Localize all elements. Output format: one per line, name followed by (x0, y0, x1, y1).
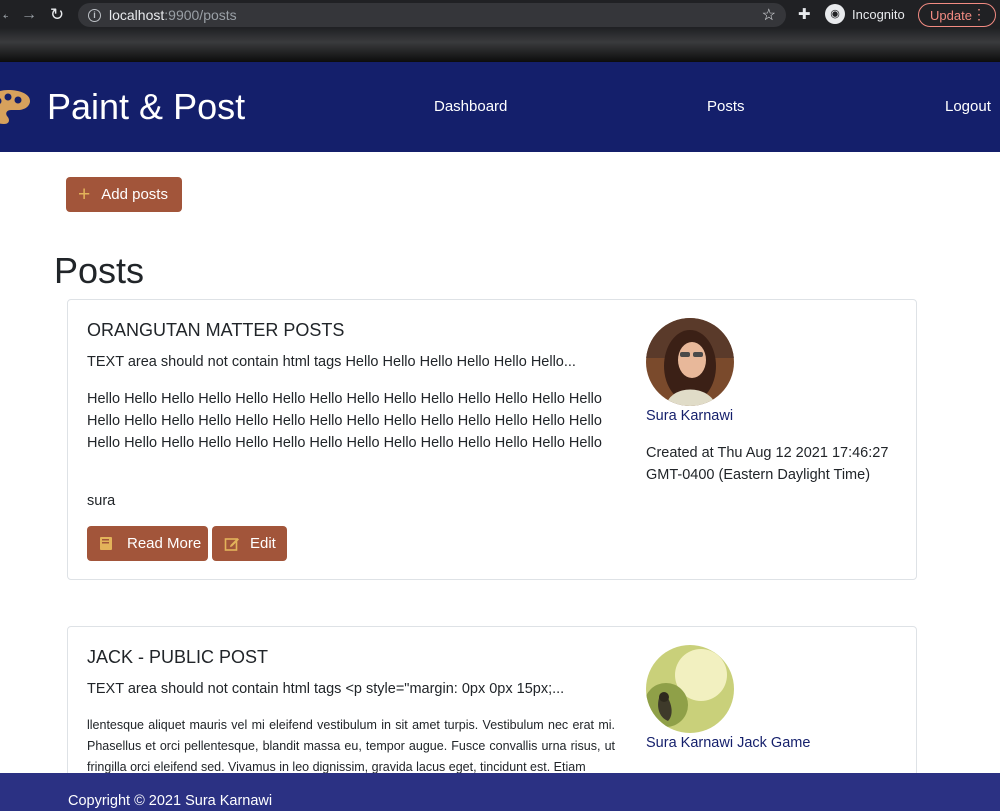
author-name[interactable]: Sura Karnawi (646, 408, 733, 424)
author-avatar[interactable] (646, 645, 734, 733)
post-card: ORANGUTAN MATTER POSTS TEXT area should … (67, 299, 917, 580)
edit-label: Edit (250, 535, 276, 552)
incognito-label: Incognito (852, 6, 905, 22)
update-button[interactable]: Update ⋮ (918, 3, 996, 27)
post-title: ORANGUTAN MATTER POSTS (87, 320, 345, 340)
copyright-text: Copyright © 2021 Sura Karnawi (68, 793, 273, 809)
info-icon[interactable]: i (88, 8, 101, 22)
edit-button[interactable]: Edit (212, 526, 287, 561)
author-name[interactable]: Sura Karnawi Jack Game (646, 735, 810, 751)
menu-dots-icon[interactable]: ⋮ (972, 6, 986, 23)
add-posts-label: Add posts (101, 186, 168, 203)
page-title: Posts (54, 250, 145, 291)
post-body: llentesque aliquet mauris vel mi eleifen… (87, 718, 615, 774)
incognito-icon: ◉ (825, 4, 845, 24)
read-more-label: Read More (127, 535, 202, 552)
post-body: Hello Hello Hello Hello Hello Hello Hell… (87, 391, 602, 451)
incognito-indicator[interactable]: ◉ Incognito (825, 4, 905, 24)
author-avatar[interactable] (646, 318, 734, 406)
update-label: Update (930, 7, 972, 23)
nav-dashboard[interactable]: Dashboard (434, 98, 507, 115)
app-header: Paint & Post Dashboard Posts Logout (0, 62, 1000, 152)
add-posts-button[interactable]: + Add posts (66, 177, 182, 212)
post-title: JACK - PUBLIC POST (87, 647, 269, 667)
address-bar[interactable]: i localhost:9900/posts ☆ (78, 3, 786, 27)
brand-title[interactable]: Paint & Post (47, 86, 245, 128)
reload-icon[interactable]: ↻ (46, 5, 68, 25)
nav-posts[interactable]: Posts (707, 98, 745, 115)
created-date: Created at Thu Aug 12 2021 17:46:27 GMT-… (646, 445, 889, 483)
edit-pencil-icon (224, 538, 239, 551)
post-signature: sura (87, 493, 116, 509)
url-text: localhost:9900/posts (109, 7, 237, 23)
post-summary: TEXT area should not contain html tags <… (87, 681, 565, 697)
extensions-puzzle-icon[interactable]: ✚ (798, 5, 811, 23)
palette-icon[interactable] (0, 88, 30, 126)
read-more-button[interactable]: Read More (87, 526, 208, 561)
footer: Copyright © 2021 Sura Karnawi (0, 773, 1000, 811)
back-arrow-icon[interactable]: ← (0, 6, 8, 24)
bookmark-star-icon[interactable]: ☆ (762, 5, 776, 25)
nav-logout[interactable]: Logout (945, 98, 991, 115)
browser-chrome: ← → ↻ i localhost:9900/posts ☆ ✚ ◉ Incog… (0, 0, 1000, 62)
plus-icon: + (78, 183, 91, 206)
browser-toolbar: ← → ↻ i localhost:9900/posts ☆ ✚ ◉ Incog… (0, 0, 1000, 30)
book-icon (100, 537, 112, 550)
forward-arrow-icon[interactable]: → (18, 6, 40, 24)
post-summary: TEXT area should not contain html tags H… (87, 354, 576, 370)
